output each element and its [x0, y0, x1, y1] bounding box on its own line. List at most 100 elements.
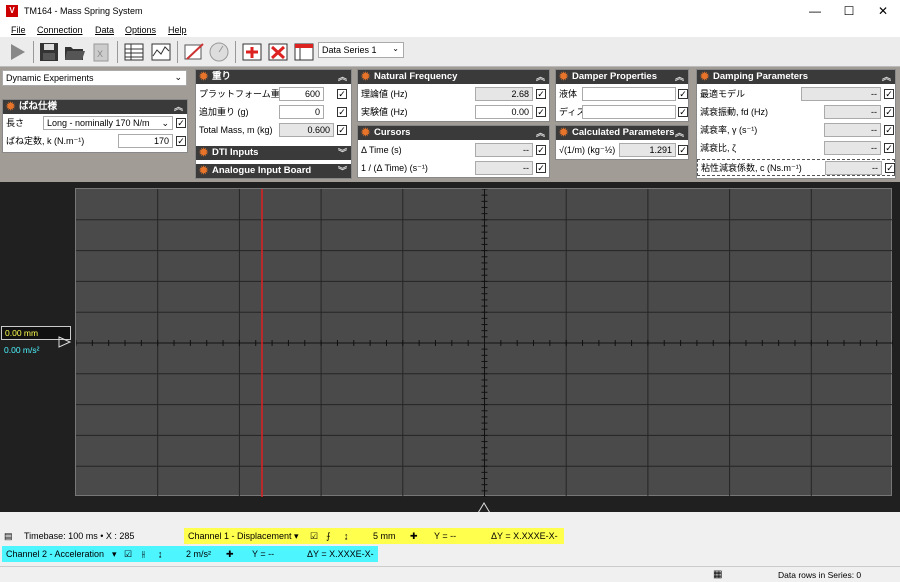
open-folder-icon[interactable] [63, 41, 85, 63]
trigger-edge-icon[interactable]: ⫲ [142, 546, 145, 562]
collapse-icon[interactable]: ︽ [882, 70, 891, 84]
sqrt-value: 1.291 [619, 143, 676, 157]
cursors-header[interactable]: ✹ Cursors ︽ [358, 126, 549, 140]
inverse-time-checkbox[interactable]: ✓ [536, 163, 546, 173]
collapse-icon[interactable]: ︽ [174, 100, 183, 114]
crosshair-icon[interactable]: ✚ [410, 528, 418, 544]
fluid-input[interactable] [582, 87, 676, 101]
experimental-checkbox[interactable]: ✓ [536, 107, 546, 117]
spring-panel-header[interactable]: ✹ ばね仕様 ︽ [3, 100, 187, 114]
toolbar-separator [177, 41, 178, 63]
vertical-scale-icon[interactable]: ↨ [344, 528, 349, 544]
model-row: 最適モデル -- ✓ [697, 86, 895, 103]
timebase-icon[interactable]: ▤ [4, 528, 13, 544]
added-mass-input[interactable]: 0 [279, 105, 324, 119]
add-series-icon[interactable] [241, 41, 263, 63]
gear-icon: ✹ [199, 165, 209, 177]
delta-time-checkbox[interactable]: ✓ [536, 145, 546, 155]
spring-constant-checkbox[interactable]: ✓ [176, 136, 186, 146]
model-checkbox[interactable]: ✓ [884, 89, 894, 99]
analogue-input-header[interactable]: ✹ Analogue Input Board ︾ [196, 164, 351, 178]
panels-area: Dynamic Experiments ⌄ ✹ ばね仕様 ︽ 長さ Long -… [0, 67, 900, 182]
edit-chart-icon[interactable] [183, 41, 205, 63]
gamma-checkbox[interactable]: ✓ [884, 125, 894, 135]
menu-options[interactable]: Options [125, 25, 156, 35]
mass-panel: ✹ 重り ︽ プラットフォーム重さ (g) 600 ✓ 追加重り (g) 0 ✓… [195, 69, 352, 179]
table-view-icon[interactable] [123, 41, 145, 63]
collapse-icon[interactable]: ︽ [536, 70, 545, 84]
gauge-icon[interactable] [208, 41, 230, 63]
spring-constant-input[interactable]: 170 [118, 134, 173, 148]
close-button[interactable]: ✕ [866, 0, 900, 23]
save-icon[interactable] [38, 41, 60, 63]
expand-icon[interactable]: ︾ [338, 146, 347, 160]
channel2-readout: 0.00 m/s² [4, 345, 40, 355]
play-icon[interactable] [6, 41, 28, 63]
chevron-down-icon: ⌄ [392, 44, 399, 53]
c-checkbox[interactable]: ✓ [885, 163, 895, 173]
calculated-parameters-panel: ✹ Calculated Parameters ︽ √(1/m) (kg⁻½) … [555, 125, 689, 160]
spring-panel: ✹ ばね仕様 ︽ 長さ Long - nominally 170 N/m ⌄ ✓… [2, 99, 188, 153]
platform-mass-input[interactable]: 600 [279, 87, 324, 101]
menu-connection[interactable]: Connection [37, 25, 83, 35]
chevron-down-icon[interactable]: ▾ [112, 546, 117, 562]
window-title: TM164 - Mass Spring System [24, 6, 143, 16]
delete-series-icon[interactable] [267, 41, 289, 63]
channel1-scale[interactable]: 5 mm [373, 528, 396, 544]
menu-data[interactable]: Data [95, 25, 114, 35]
dti-inputs-header[interactable]: ✹ DTI Inputs ︾ [196, 146, 351, 160]
model-label: 最適モデル [700, 89, 746, 99]
menu-help[interactable]: Help [168, 25, 187, 35]
experiment-select[interactable]: Dynamic Experiments ⌄ [2, 70, 187, 86]
collapse-icon[interactable]: ︽ [675, 70, 684, 84]
delta-time-row: Δ Time (s) -- ✓ [358, 142, 549, 159]
graph-view-icon[interactable] [150, 41, 172, 63]
experimental-input[interactable]: 0.00 [475, 105, 533, 119]
fd-checkbox[interactable]: ✓ [884, 107, 894, 117]
trigger-edge-icon[interactable]: ⨍ [326, 528, 331, 544]
damping-parameters-header[interactable]: ✹ Damping Parameters ︽ [697, 70, 895, 84]
mass-panel-header[interactable]: ✹ 重り ︽ [196, 70, 351, 84]
platform-mass-checkbox[interactable]: ✓ [337, 89, 347, 99]
analogue-input-label: Analogue Input Board [212, 165, 312, 176]
menu-file[interactable]: File [11, 25, 26, 35]
mass-header-label: 重り [212, 71, 232, 82]
disc-checkbox[interactable]: ✓ [678, 107, 688, 117]
disc-input[interactable] [582, 105, 676, 119]
channel2-checkbox[interactable]: ☑ [124, 546, 132, 562]
inverse-time-value: -- [475, 161, 533, 175]
spring-length-checkbox[interactable]: ✓ [176, 118, 186, 128]
oscilloscope-grid[interactable] [75, 188, 894, 498]
channel2-label[interactable]: Channel 2 - Acceleration [6, 546, 104, 562]
series-settings-icon[interactable] [293, 41, 315, 63]
delta-time-label: Δ Time (s) [361, 145, 402, 155]
collapse-icon[interactable]: ︽ [675, 126, 684, 140]
vertical-scale-icon[interactable]: ↨ [158, 546, 163, 562]
calculator-icon[interactable]: ▦ [713, 569, 722, 580]
natural-frequency-header[interactable]: ✹ Natural Frequency ︽ [358, 70, 549, 84]
total-mass-checkbox[interactable]: ✓ [337, 125, 347, 135]
damper-properties-header[interactable]: ✹ Damper Properties ︽ [556, 70, 688, 84]
export-excel-icon[interactable]: X [90, 41, 112, 63]
c-value: -- [825, 161, 882, 175]
crosshair-icon[interactable]: ✚ [226, 546, 234, 562]
maximize-button[interactable]: ☐ [832, 0, 866, 23]
expand-icon[interactable]: ︾ [338, 164, 347, 178]
zeta-checkbox[interactable]: ✓ [884, 143, 894, 153]
channel2-scale[interactable]: 2 m/s² [186, 546, 211, 562]
channel1-checkbox[interactable]: ☑ [310, 528, 318, 544]
data-series-select[interactable]: Data Series 1 ⌄ [318, 42, 404, 58]
chevron-down-icon[interactable]: ▾ [294, 528, 299, 544]
calculated-parameters-header[interactable]: ✹ Calculated Parameters ︽ [556, 126, 688, 140]
spring-length-select[interactable]: Long - nominally 170 N/m ⌄ [43, 116, 173, 130]
collapse-icon[interactable]: ︽ [338, 70, 347, 84]
trigger-level-marker-icon[interactable] [58, 336, 72, 350]
sqrt-checkbox[interactable]: ✓ [678, 145, 688, 155]
minimize-button[interactable]: — [798, 0, 832, 23]
collapse-icon[interactable]: ︽ [536, 126, 545, 140]
channel1-label[interactable]: Channel 1 - Displacement [188, 528, 292, 544]
fluid-checkbox[interactable]: ✓ [678, 89, 688, 99]
gear-icon: ✹ [700, 71, 710, 83]
added-mass-checkbox[interactable]: ✓ [337, 107, 347, 117]
theory-checkbox[interactable]: ✓ [536, 89, 546, 99]
